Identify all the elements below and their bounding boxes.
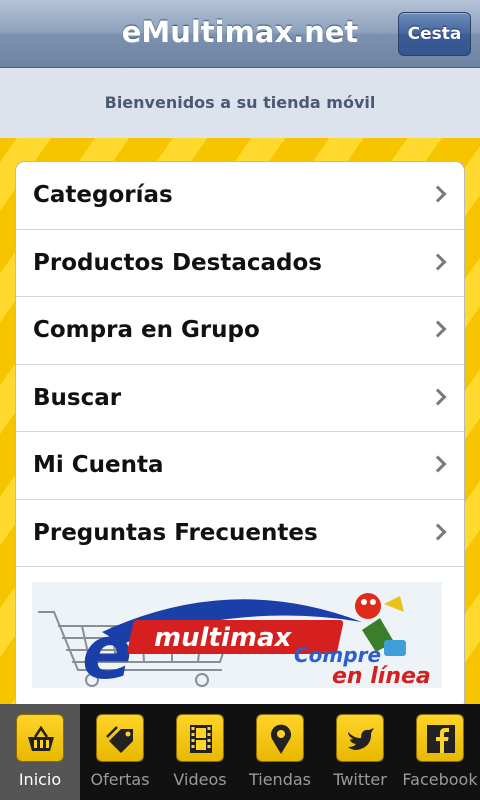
chevron-right-icon (429, 185, 447, 203)
menu-item-label: Mi Cuenta (33, 452, 164, 478)
basket-icon (16, 714, 64, 762)
tab-label: Inicio (18, 770, 62, 789)
tab-label: Twitter (333, 770, 387, 789)
menu-item-preguntas-frecuentes[interactable]: Preguntas Frecuentes (16, 499, 464, 567)
tab-inicio[interactable]: Inicio (0, 704, 80, 800)
tab-facebook[interactable]: Facebook (400, 704, 480, 800)
menu-item-label: Categorías (33, 182, 173, 208)
chevron-right-icon (429, 320, 447, 338)
svg-text:e: e (82, 610, 132, 688)
menu-item-label: Productos Destacados (33, 249, 322, 276)
tab-label: Videos (173, 770, 227, 789)
menu-item-categorias[interactable]: Categorías (16, 162, 464, 230)
bottom-tab-bar: Inicio Ofertas Videos Tiendas Twitter Fa… (0, 704, 480, 800)
chevron-right-icon (429, 253, 447, 270)
chevron-right-icon (429, 388, 447, 405)
header-bar: eMultimax.net Cesta (0, 0, 480, 68)
menu-item-label: Preguntas Frecuentes (33, 519, 318, 546)
film-icon (176, 714, 224, 762)
menu-item-mi-cuenta[interactable]: Mi Cuenta (16, 432, 464, 500)
tab-twitter[interactable]: Twitter (320, 704, 400, 800)
chevron-right-icon (429, 523, 447, 540)
menu-item-buscar[interactable]: Buscar (16, 364, 464, 432)
svg-text:multimax: multimax (154, 623, 292, 653)
cart-button[interactable]: Cesta (398, 12, 471, 56)
tab-label: Ofertas (90, 770, 150, 789)
welcome-message: Bienvenidos a su tienda móvil (0, 68, 480, 138)
tab-ofertas[interactable]: Ofertas (80, 704, 160, 800)
map-pin-icon (256, 714, 304, 762)
menu-item-label: Buscar (33, 384, 122, 411)
chevron-right-icon (429, 455, 447, 473)
tab-label: Facebook (402, 770, 478, 789)
menu-item-productos-destacados[interactable]: Productos Destacados (16, 229, 464, 297)
emultimax-banner[interactable]: e multimax Compre en línea (32, 582, 442, 696)
tag-icon (96, 714, 144, 762)
menu-item-compra-en-grupo[interactable]: Compra en Grupo (16, 297, 464, 365)
main-menu: Categorías Productos Destacados Compra e… (15, 161, 465, 711)
menu-item-label: Compra en Grupo (33, 317, 260, 343)
facebook-icon (416, 714, 464, 762)
twitter-bird-icon (336, 714, 384, 762)
tab-label: Tiendas (248, 770, 311, 789)
banner-tagline-en-linea: en línea (332, 664, 431, 688)
tab-videos[interactable]: Videos (160, 704, 240, 800)
emultimax-logo: e multimax Compre en línea (32, 582, 442, 696)
tab-tiendas[interactable]: Tiendas (240, 704, 320, 800)
